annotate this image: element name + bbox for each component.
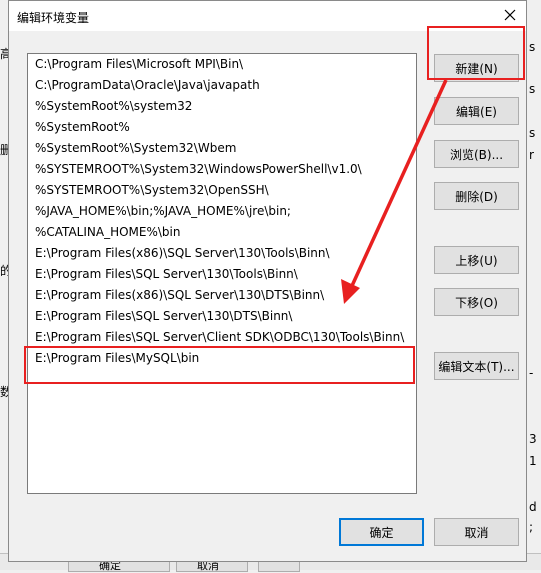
- list-item[interactable]: C:\Program Files\Microsoft MPI\Bin\: [28, 54, 416, 75]
- list-item[interactable]: %JAVA_HOME%\bin;%JAVA_HOME%\jre\bin;: [28, 201, 416, 222]
- list-item[interactable]: %SYSTEMROOT%\System32\OpenSSH\: [28, 180, 416, 201]
- path-list[interactable]: C:\Program Files\Microsoft MPI\Bin\ C:\P…: [27, 53, 417, 494]
- background-fragment: 3: [529, 432, 537, 446]
- new-button[interactable]: 新建(N): [434, 54, 519, 82]
- move-down-button[interactable]: 下移(O): [434, 288, 519, 316]
- list-item[interactable]: E:\Program Files(x86)\SQL Server\130\DTS…: [28, 285, 416, 306]
- edit-env-variable-dialog: 编辑环境变量 C:\Program Files\Microsoft MPI\Bi…: [8, 0, 527, 562]
- background-fragment: d: [529, 500, 537, 514]
- list-item[interactable]: E:\Program Files\SQL Server\130\Tools\Bi…: [28, 264, 416, 285]
- edit-button[interactable]: 编辑(E): [434, 97, 519, 125]
- cancel-button[interactable]: 取消: [434, 518, 519, 546]
- close-icon[interactable]: [500, 5, 520, 25]
- list-item[interactable]: C:\ProgramData\Oracle\Java\javapath: [28, 75, 416, 96]
- list-item[interactable]: %SystemRoot%: [28, 117, 416, 138]
- list-item-editing[interactable]: E:\Program Files\MySQL\bin: [28, 348, 416, 369]
- background-fragment: ;: [529, 520, 534, 534]
- background-fragment: s: [529, 40, 536, 54]
- list-item[interactable]: E:\Program Files\SQL Server\130\DTS\Binn…: [28, 306, 416, 327]
- list-item[interactable]: %CATALINA_HOME%\bin: [28, 222, 416, 243]
- list-item[interactable]: E:\Program Files\SQL Server\Client SDK\O…: [28, 327, 416, 348]
- background-fragment: r: [529, 148, 534, 162]
- delete-button[interactable]: 删除(D): [434, 182, 519, 210]
- list-item[interactable]: %SystemRoot%\system32: [28, 96, 416, 117]
- move-up-button[interactable]: 上移(U): [434, 246, 519, 274]
- edit-text-button[interactable]: 编辑文本(T)...: [434, 352, 519, 380]
- background-fragment: -: [529, 366, 534, 380]
- background-fragment: 1: [529, 454, 537, 468]
- list-item[interactable]: %SYSTEMROOT%\System32\WindowsPowerShell\…: [28, 159, 416, 180]
- browse-button[interactable]: 浏览(B)...: [434, 140, 519, 168]
- background-fragment: s: [529, 82, 536, 96]
- dialog-title: 编辑环境变量: [17, 11, 90, 25]
- title-bar: 编辑环境变量: [9, 1, 526, 31]
- list-item[interactable]: E:\Program Files(x86)\SQL Server\130\Too…: [28, 243, 416, 264]
- background-window-right: s s s r - 3 1 d ;: [526, 0, 541, 570]
- ok-button[interactable]: 确定: [339, 518, 424, 546]
- list-item[interactable]: %SystemRoot%\System32\Wbem: [28, 138, 416, 159]
- background-fragment: s: [529, 126, 536, 140]
